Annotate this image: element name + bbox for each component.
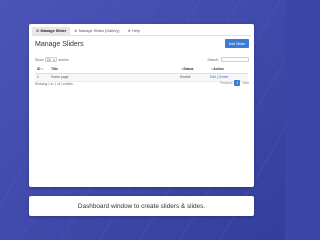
edit-link[interactable]: Edit <box>210 75 216 79</box>
tab-manage-slider[interactable]: ⚙ Manage Slider <box>32 27 71 35</box>
cell-status: Enable <box>178 73 208 82</box>
table-row: 1 Home page Enable Edit | Delete <box>35 73 248 82</box>
page-size-control: Show 10 ▾ entries <box>35 57 69 62</box>
tab-manage-slides-gallery[interactable]: ⚙ Manage Slides (Gallery) <box>70 27 123 35</box>
dashboard-panel: ⚙ Manage Slider ⚙ Manage Slides (Gallery… <box>29 24 254 187</box>
search-label: Search: <box>207 57 219 62</box>
column-header-status[interactable]: ⇅Status <box>178 65 208 74</box>
page-title: Manage Sliders <box>35 41 84 48</box>
previous-button[interactable]: Previous <box>220 81 232 85</box>
column-header-id[interactable]: ID⇅ <box>35 65 49 74</box>
sliders-table: ID⇅ Title ⇅Status ⇅Action 1 Home page En… <box>35 65 248 82</box>
cell-title: Home page <box>49 73 178 82</box>
cell-id: 1 <box>35 73 49 82</box>
pagination: Previous 1 Next <box>220 80 249 86</box>
page-size-select[interactable]: 10 ▾ <box>44 57 57 62</box>
delete-link[interactable]: Delete <box>219 75 229 79</box>
entries-label: entries <box>58 57 69 62</box>
page-size-value: 10 <box>46 57 51 62</box>
add-slider-button[interactable]: Add Slider <box>225 39 249 48</box>
show-label: Show <box>35 57 44 62</box>
tab-bar: ⚙ Manage Slider ⚙ Manage Slides (Gallery… <box>32 27 251 36</box>
gear-icon: ⚙ <box>74 29 78 33</box>
page-button-current[interactable]: 1 <box>234 80 241 86</box>
table-header-row: ID⇅ Title ⇅Status ⇅Action <box>35 65 248 74</box>
chevron-down-icon: ▾ <box>53 57 55 62</box>
tab-help[interactable]: ⚙ Help <box>124 27 144 35</box>
tab-label: Manage Slides (Gallery) <box>78 29 120 33</box>
tab-label: Help <box>132 29 140 33</box>
tab-label: Manage Slider <box>40 29 67 33</box>
column-header-action[interactable]: ⇅Action <box>208 65 248 74</box>
table-info: Showing 1 to 1 of 1 entries <box>35 82 73 86</box>
column-header-title[interactable]: Title <box>49 65 178 74</box>
gear-icon: ⚙ <box>127 29 131 33</box>
search-input[interactable] <box>221 57 249 62</box>
caption-banner: Dashboard window to create sliders & sli… <box>29 196 254 216</box>
gear-icon: ⚙ <box>36 29 40 33</box>
next-button[interactable]: Next <box>242 81 249 85</box>
search-control: Search: <box>207 57 249 62</box>
sort-icon: ⇅ <box>41 67 44 71</box>
